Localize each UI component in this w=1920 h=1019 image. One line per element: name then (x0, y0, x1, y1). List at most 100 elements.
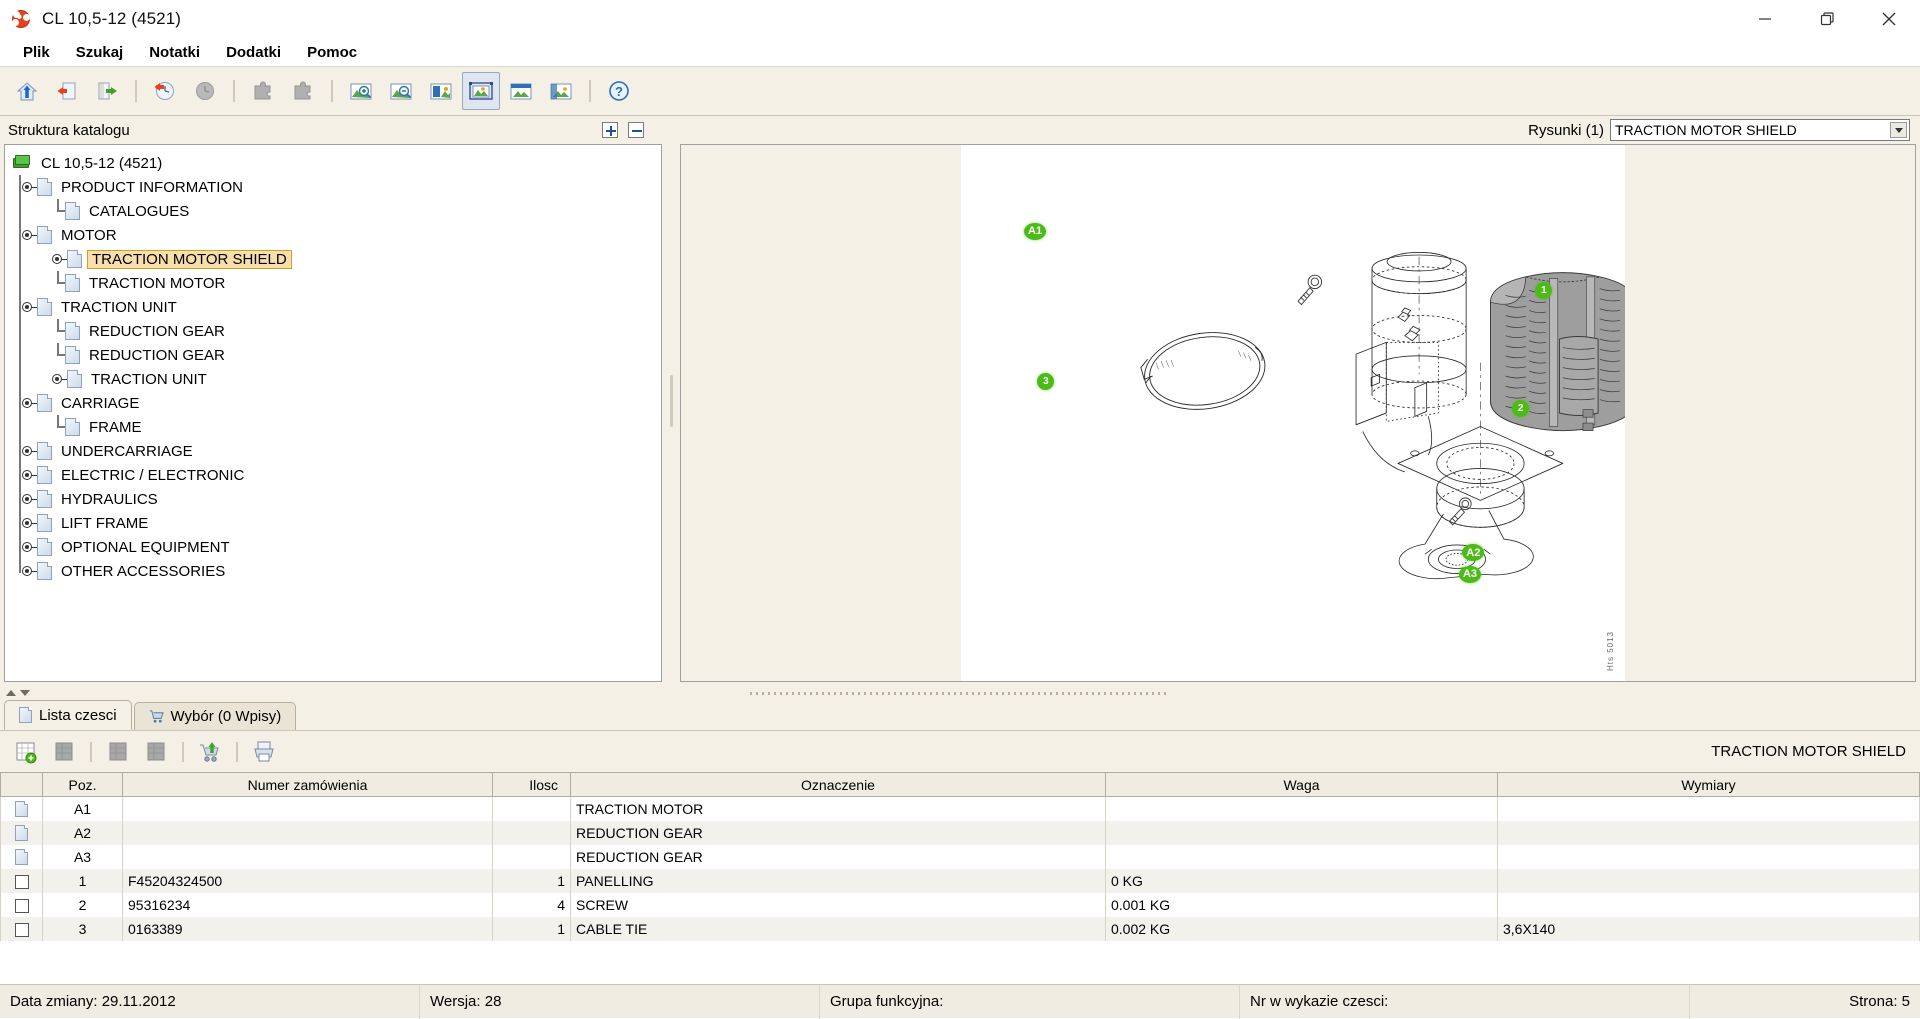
tree-item[interactable]: FRAME (13, 415, 661, 439)
tree-expander-icon[interactable] (21, 180, 35, 194)
expand-down-icon[interactable] (20, 690, 30, 696)
tree-item[interactable]: OPTIONAL EQUIPMENT (13, 535, 661, 559)
catalog-tree-box[interactable]: CL 10,5-12 (4521)PRODUCT INFORMATIONCATA… (4, 144, 662, 682)
chevron-down-icon[interactable] (1890, 122, 1907, 138)
tree-item[interactable]: LIFT FRAME (13, 511, 661, 535)
tree-item-label: OTHER ACCESSORIES (57, 562, 229, 581)
tree-expander-icon[interactable] (21, 396, 35, 410)
add-to-selection-icon[interactable] (8, 734, 44, 770)
drawing-select[interactable]: TRACTION MOTOR SHIELD (1610, 119, 1910, 141)
close-button[interactable] (1858, 0, 1920, 38)
forward-page-icon[interactable] (88, 72, 126, 110)
print-icon[interactable] (246, 734, 282, 770)
home-up-icon[interactable] (8, 72, 46, 110)
menu-szukaj[interactable]: Szukaj (63, 42, 137, 63)
collapse-all-icon[interactable] (628, 122, 644, 138)
menu-pomoc[interactable]: Pomoc (294, 42, 370, 63)
tree-expander-icon[interactable] (21, 468, 35, 482)
table-row[interactable]: 2953162344SCREW0.001 KG (1, 893, 1920, 917)
tree-item[interactable]: CL 10,5-12 (4521) (13, 151, 661, 175)
drawing-marker-a1[interactable]: A1 (1024, 223, 1046, 240)
col-select[interactable] (1, 773, 43, 797)
row-checkbox[interactable] (1, 893, 43, 917)
zoom-out-image-icon[interactable] (382, 72, 420, 110)
tree-expander-icon[interactable] (21, 492, 35, 506)
cell-oznaczenie: PANELLING (571, 869, 1106, 893)
toolbar-separator (331, 80, 333, 102)
back-page-icon[interactable] (48, 72, 86, 110)
table-icon-4 (138, 734, 174, 770)
tree-item[interactable]: REDUCTION GEAR (13, 343, 661, 367)
tree-expander-icon[interactable] (51, 252, 65, 266)
table-row[interactable]: A2REDUCTION GEAR (1, 821, 1920, 845)
restore-button[interactable] (1796, 0, 1858, 38)
menu-notatki[interactable]: Notatki (136, 42, 213, 63)
drawing-marker-2[interactable]: 2 (1512, 400, 1529, 417)
tab-wybor[interactable]: Wybór (0 Wpisy) (134, 702, 297, 730)
minimize-button[interactable] (1734, 0, 1796, 38)
image-prev-icon[interactable] (542, 72, 580, 110)
col-numer-zamowienia[interactable]: Numer zamówienia (123, 773, 493, 797)
col-waga[interactable]: Waga (1106, 773, 1498, 797)
tree-item[interactable]: ELECTRIC / ELECTRONIC (13, 463, 661, 487)
tree-item[interactable]: REDUCTION GEAR (13, 319, 661, 343)
checkbox-icon[interactable] (15, 875, 29, 889)
tree-item[interactable]: OTHER ACCESSORIES (13, 559, 661, 583)
tree-item[interactable]: PRODUCT INFORMATION (13, 175, 661, 199)
tree-item[interactable]: HYDRAULICS (13, 487, 661, 511)
tree-expander-icon[interactable] (21, 444, 35, 458)
checkbox-icon[interactable] (15, 923, 29, 937)
drawing-canvas[interactable]: A1 3 1 2 A2 A3 Hts 5013 (680, 144, 1916, 682)
drawing-image-area[interactable]: A1 3 1 2 A2 A3 Hts 5013 (961, 145, 1625, 681)
collapse-up-icon[interactable] (6, 690, 16, 696)
col-oznaczenie[interactable]: Oznaczenie (571, 773, 1106, 797)
drawing-marker-1[interactable]: 1 (1535, 282, 1552, 299)
col-ilosc[interactable]: Ilosc (493, 773, 571, 797)
tree-item[interactable]: CATALOGUES (13, 199, 661, 223)
doc-icon (65, 418, 80, 436)
history-clock-icon[interactable] (146, 72, 184, 110)
tree-item[interactable]: CARRIAGE (13, 391, 661, 415)
doc-icon (65, 322, 80, 340)
tree-item-label: TRACTION MOTOR SHIELD (87, 250, 292, 269)
tree-expander-icon[interactable] (51, 372, 65, 386)
doc-icon (15, 801, 28, 817)
menu-dodatki[interactable]: Dodatki (213, 42, 294, 63)
tree-expander-icon[interactable] (21, 516, 35, 530)
col-wymiary[interactable]: Wymiary (1498, 773, 1920, 797)
cell-wymiary (1498, 845, 1920, 869)
cart-up-icon[interactable] (192, 734, 228, 770)
tree-item[interactable]: MOTOR (13, 223, 661, 247)
tab-lista-czesci[interactable]: Lista czesci (4, 700, 132, 730)
row-checkbox[interactable] (1, 869, 43, 893)
bottom-tabs: Lista czesci Wybór (0 Wpisy) (0, 700, 1920, 730)
zoom-in-image-icon[interactable] (342, 72, 380, 110)
vertical-splitter[interactable] (666, 116, 676, 686)
menu-plik[interactable]: Plik (10, 42, 63, 63)
tree-expander-icon[interactable] (21, 540, 35, 554)
image-fit-icon[interactable] (422, 72, 460, 110)
table-row[interactable]: 301633891CABLE TIE0.002 KG3,6X140 (1, 917, 1920, 941)
tree-item[interactable]: TRACTION UNIT (13, 295, 661, 319)
help-icon[interactable]: ? (600, 72, 638, 110)
table-row[interactable]: 1F452043245001PANELLING0 KG (1, 869, 1920, 893)
tree-expander-icon[interactable] (21, 228, 35, 242)
cell-numer-zamowienia (123, 797, 493, 821)
table-row[interactable]: A3REDUCTION GEAR (1, 845, 1920, 869)
row-checkbox[interactable] (1, 917, 43, 941)
expand-all-icon[interactable] (602, 122, 618, 138)
col-poz[interactable]: Poz. (43, 773, 123, 797)
tree-expander-icon[interactable] (21, 300, 35, 314)
tree-item[interactable]: TRACTION UNIT (13, 367, 661, 391)
tree-item[interactable]: TRACTION MOTOR SHIELD (13, 247, 661, 271)
drawing-marker-a3[interactable]: A3 (1459, 566, 1481, 583)
horizontal-splitter[interactable] (0, 686, 1920, 700)
tree-item[interactable]: UNDERCARRIAGE (13, 439, 661, 463)
cell-ilosc (493, 821, 571, 845)
image-frame-icon[interactable] (462, 72, 500, 110)
tree-item[interactable]: TRACTION MOTOR (13, 271, 661, 295)
checkbox-icon[interactable] (15, 899, 29, 913)
image-window-icon[interactable] (502, 72, 540, 110)
table-row[interactable]: A1TRACTION MOTOR (1, 797, 1920, 821)
tree-expander-icon[interactable] (21, 564, 35, 578)
